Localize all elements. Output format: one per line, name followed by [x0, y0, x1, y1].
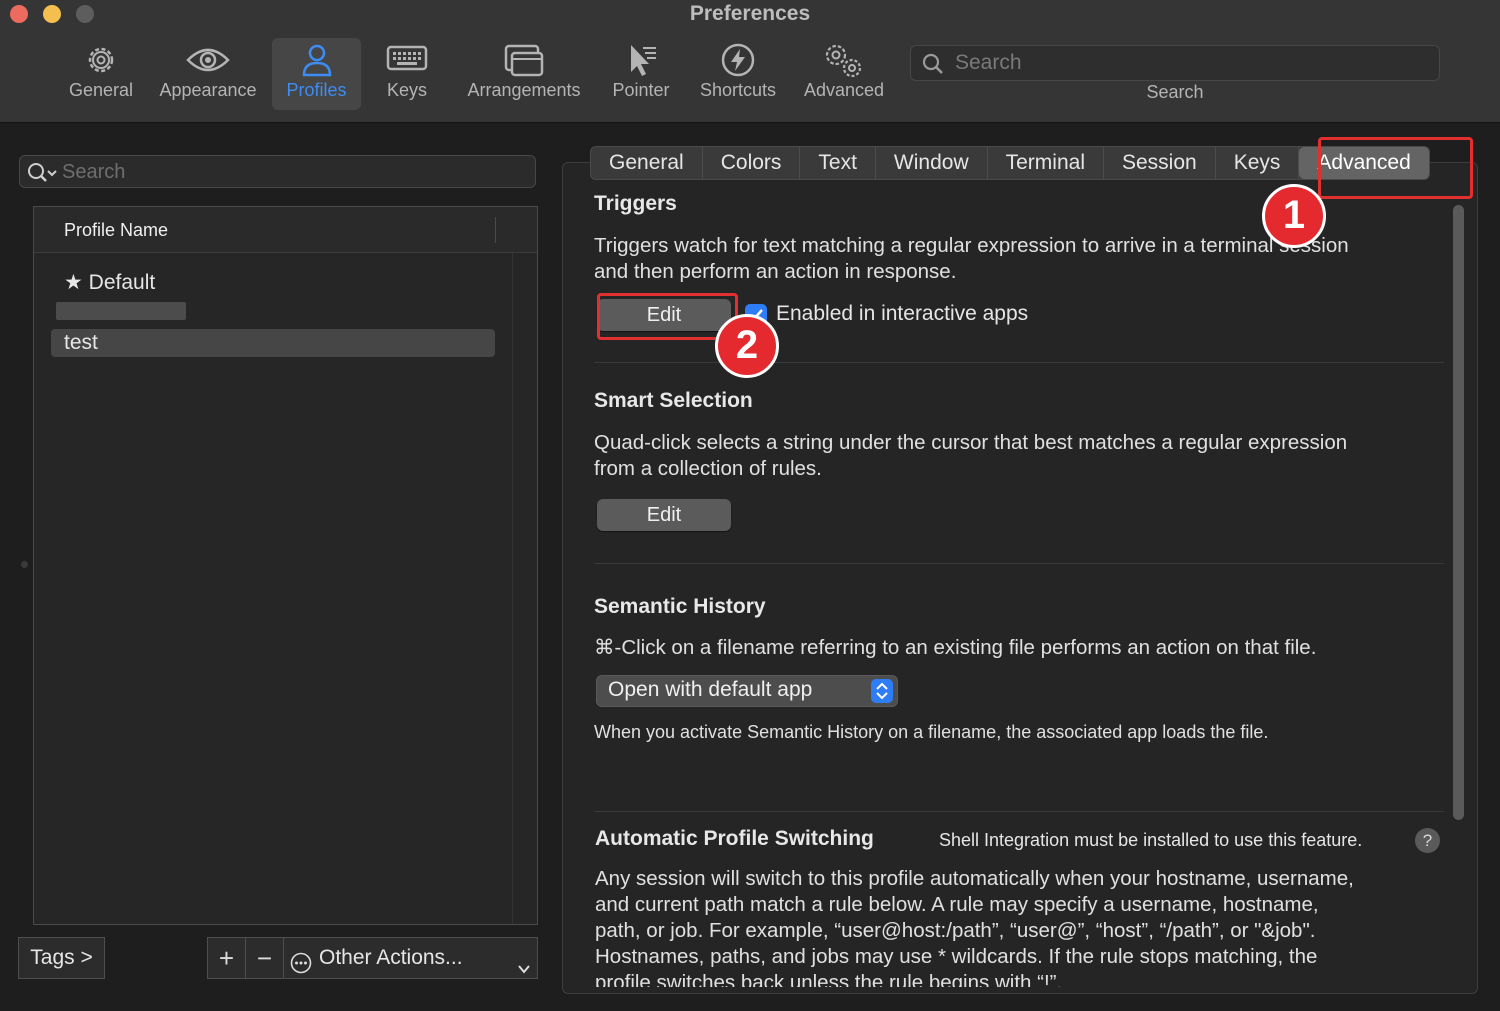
toolbar-advanced-label: Advanced — [803, 80, 885, 100]
windows-icon — [458, 38, 590, 80]
star-icon: ★ — [64, 271, 83, 294]
profile-list-scroll-track — [512, 253, 513, 924]
annotation-highlight-advanced-tab — [1318, 137, 1473, 199]
split-view-handle[interactable] — [21, 561, 28, 568]
search-menu-icon[interactable] — [27, 161, 59, 190]
annotation-badge-2: 2 — [715, 314, 779, 378]
toolbar-general-label: General — [68, 80, 134, 100]
keyboard-icon — [372, 38, 442, 80]
tab-session[interactable]: Session — [1104, 147, 1216, 179]
profile-search-field[interactable] — [19, 155, 536, 188]
tab-colors[interactable]: Colors — [703, 147, 801, 179]
lightning-icon — [690, 38, 786, 80]
semantic-history-action-select[interactable]: Open with default app — [596, 675, 898, 707]
settings-scrollbar[interactable] — [1453, 205, 1464, 820]
add-profile-button[interactable]: + — [208, 938, 246, 978]
help-button[interactable]: ? — [1415, 828, 1440, 853]
toolbar-profiles-label: Profiles — [286, 80, 347, 100]
gear-icon — [60, 38, 142, 80]
aps-description-line4: Hostnames, paths, and jobs may use * wil… — [595, 945, 1318, 968]
smart-selection-description-line2: from a collection of rules. — [594, 457, 822, 480]
tags-button[interactable]: Tags > — [18, 937, 105, 979]
profile-search-input[interactable] — [62, 158, 522, 186]
chevron-down-icon — [517, 950, 531, 990]
semantic-history-note: When you activate Semantic History on a … — [594, 722, 1269, 742]
toolbar-pointer-label: Pointer — [612, 80, 670, 100]
aps-title: Automatic Profile Switching — [595, 827, 874, 850]
triggers-title: Triggers — [594, 192, 677, 215]
semantic-history-title: Semantic History — [594, 595, 766, 618]
tab-terminal[interactable]: Terminal — [988, 147, 1104, 179]
toolbar-general-button[interactable]: General — [60, 38, 142, 110]
toolbar-appearance-button[interactable]: Appearance — [152, 38, 264, 110]
toolbar-search-field[interactable] — [910, 45, 1440, 81]
tab-text[interactable]: Text — [800, 147, 876, 179]
cursor-icon — [604, 38, 678, 80]
window-titlebar: Preferences General Appearance Profiles … — [0, 0, 1500, 123]
aps-description: Any session will switch to this profile … — [595, 866, 1425, 987]
profile-list: Profile Name ★ Default test — [33, 206, 538, 925]
other-actions-label: Other Actions... — [319, 946, 463, 969]
aps-description-line3: path, or job. For example, “user@host:/p… — [595, 919, 1316, 942]
toolbar-arrangements-label: Arrangements — [467, 80, 581, 100]
toolbar-shortcuts-button[interactable]: Shortcuts — [690, 38, 786, 110]
smart-selection-edit-button[interactable]: Edit — [597, 499, 731, 531]
aps-description-line2: and current path match a rule below. A r… — [595, 893, 1319, 916]
profile-column-header[interactable]: Profile Name — [34, 207, 537, 253]
aps-description-line1: Any session will switch to this profile … — [595, 867, 1354, 890]
section-divider — [594, 811, 1444, 812]
triggers-description-line1: Triggers watch for text matching a regul… — [594, 234, 1349, 257]
eye-icon — [152, 38, 264, 80]
search-icon — [921, 52, 945, 81]
toolbar-advanced-button[interactable]: Advanced — [796, 38, 892, 110]
annotation-badge-1: 1 — [1262, 184, 1326, 248]
aps-shell-integration-note: Shell Integration must be installed to u… — [939, 830, 1363, 850]
profile-column-header-label: Profile Name — [64, 220, 169, 240]
gears-icon — [796, 38, 892, 80]
toolbar-keys-label: Keys — [386, 80, 428, 100]
aps-description-line5: profile switches back unless the rule be… — [595, 971, 1063, 987]
ellipsis-circle-icon — [290, 948, 312, 988]
tab-general[interactable]: General — [591, 147, 703, 179]
person-icon — [272, 38, 361, 80]
triggers-description-line2: and then perform an action in response. — [594, 260, 957, 283]
column-divider[interactable] — [495, 217, 496, 243]
semantic-history-action-value: Open with default app — [608, 678, 813, 701]
remove-profile-button[interactable]: − — [246, 938, 284, 978]
toolbar-appearance-label: Appearance — [159, 80, 257, 100]
other-actions-button[interactable]: Other Actions... — [284, 938, 537, 978]
profile-row-test[interactable]: test — [51, 329, 495, 357]
updown-chevron-icon — [871, 679, 893, 703]
smart-selection-title: Smart Selection — [594, 389, 753, 412]
toolbar-search-caption: Search — [1146, 82, 1204, 102]
toolbar-shortcuts-label: Shortcuts — [699, 80, 777, 100]
tab-window[interactable]: Window — [876, 147, 988, 179]
toolbar-keys-button[interactable]: Keys — [372, 38, 442, 110]
smart-selection-description-line1: Quad-click selects a string under the cu… — [594, 431, 1348, 454]
tab-keys[interactable]: Keys — [1216, 147, 1300, 179]
profile-row-redacted[interactable] — [56, 302, 186, 320]
toolbar-search-input[interactable] — [955, 48, 1425, 78]
profile-row-label: Default — [88, 271, 156, 294]
section-divider — [594, 563, 1444, 564]
window-title: Preferences — [689, 2, 811, 25]
profile-actions-group: + − Other Actions... — [207, 937, 538, 979]
toolbar-pointer-button[interactable]: Pointer — [604, 38, 678, 110]
semantic-history-description: ⌘-Click on a filename referring to an ex… — [594, 636, 1317, 659]
interactive-apps-label[interactable]: Enabled in interactive apps — [776, 302, 1028, 326]
toolbar-arrangements-button[interactable]: Arrangements — [458, 38, 590, 110]
profile-row-label: test — [64, 331, 98, 354]
profile-settings-tabs: General Colors Text Window Terminal Sess… — [590, 146, 1430, 180]
toolbar-profiles-button[interactable]: Profiles — [272, 38, 361, 110]
profile-row-default[interactable]: ★ Default — [51, 269, 495, 297]
